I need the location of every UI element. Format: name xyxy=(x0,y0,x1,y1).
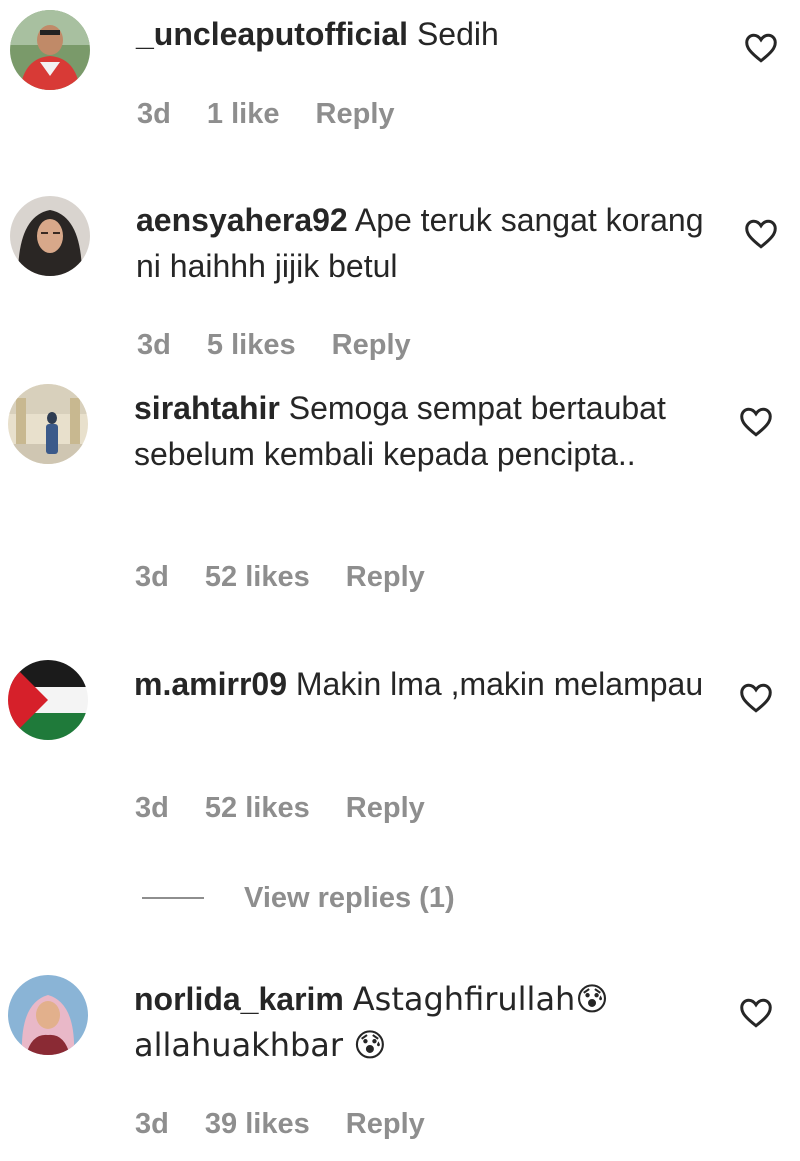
username[interactable]: aensyahera92 xyxy=(136,202,348,238)
avatar[interactable] xyxy=(10,10,90,90)
reply-button[interactable]: Reply xyxy=(316,98,395,131)
comment-meta: 3d 52 likes Reply xyxy=(135,792,453,825)
comment-text: aensyahera92 Ape teruk sangat korang ni … xyxy=(136,197,716,289)
timestamp: 3d xyxy=(135,1108,169,1140)
username[interactable]: norlida_karim xyxy=(134,981,344,1017)
timestamp: 3d xyxy=(137,98,171,130)
comment-body: Makin lma ,makin melampau xyxy=(295,666,704,702)
comment-body: Sedih xyxy=(416,16,499,52)
heart-icon[interactable] xyxy=(738,404,774,440)
username[interactable]: sirahtahir xyxy=(134,390,280,426)
heart-icon[interactable] xyxy=(743,216,779,252)
heart-icon[interactable] xyxy=(738,995,774,1031)
avatar[interactable] xyxy=(10,196,90,276)
timestamp: 3d xyxy=(135,792,169,824)
comment-meta: 3d 52 likes Reply xyxy=(135,561,453,594)
reply-button[interactable]: Reply xyxy=(346,561,425,594)
timestamp: 3d xyxy=(135,561,169,593)
comment-text: _uncleaputofficial Sedih xyxy=(136,11,716,57)
like-count[interactable]: 52 likes xyxy=(205,561,310,594)
reply-button[interactable]: Reply xyxy=(332,329,411,362)
comment-text: m.amirr09 Makin lma ,makin melampau xyxy=(134,661,714,707)
heart-icon[interactable] xyxy=(743,30,779,66)
view-replies[interactable]: View replies (1) xyxy=(142,876,455,920)
like-count[interactable]: 5 likes xyxy=(207,329,296,362)
avatar[interactable] xyxy=(8,384,88,464)
heart-icon[interactable] xyxy=(738,680,774,716)
comment-meta: 3d 1 like Reply xyxy=(137,98,423,131)
comment-meta: 3d 5 likes Reply xyxy=(137,329,439,362)
like-count[interactable]: 39 likes xyxy=(205,1108,310,1141)
username[interactable]: m.amirr09 xyxy=(134,666,287,702)
avatar[interactable] xyxy=(8,660,88,740)
avatar[interactable] xyxy=(8,975,88,1055)
comment-meta: 3d 39 likes Reply xyxy=(135,1108,453,1141)
reply-button[interactable]: Reply xyxy=(346,1108,425,1141)
view-replies-button[interactable]: View replies (1) xyxy=(244,882,455,915)
comment-text: sirahtahir Semoga sempat bertaubat sebel… xyxy=(134,385,714,477)
comment-text: norlida_karim Astaghfirullah😰 allahuakhb… xyxy=(134,976,714,1068)
like-count[interactable]: 1 like xyxy=(207,98,280,131)
reply-button[interactable]: Reply xyxy=(346,792,425,825)
like-count[interactable]: 52 likes xyxy=(205,792,310,825)
username[interactable]: _uncleaputofficial xyxy=(136,16,408,52)
timestamp: 3d xyxy=(137,329,171,361)
divider-line xyxy=(142,897,204,899)
